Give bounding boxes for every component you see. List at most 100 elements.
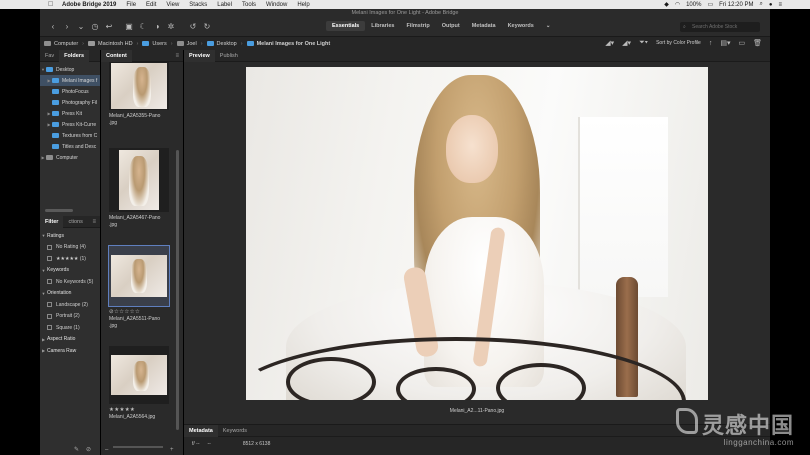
tree-item-textures[interactable]: Textures from C: [40, 130, 100, 141]
filter-ratings[interactable]: ▼ Ratings: [40, 230, 100, 242]
filter-camera-raw[interactable]: ▶ Camera Raw: [40, 345, 100, 357]
menu-tools[interactable]: Tools: [242, 2, 256, 8]
zoom-in-icon[interactable]: +: [170, 447, 174, 453]
tab-preview[interactable]: Preview: [184, 49, 215, 62]
back-icon[interactable]: ‹: [48, 22, 58, 32]
panel-menu-icon[interactable]: ≡: [92, 219, 96, 225]
filter-landscape[interactable]: Landscape (2): [40, 299, 100, 311]
workspace-menu-chevron-icon[interactable]: ⌄: [540, 21, 557, 31]
thumbnail-item-selected[interactable]: ⊘☆☆☆☆☆ Melani_A2A5511-Pano .jpg: [108, 245, 170, 330]
open-recent-icon[interactable]: ▤▾: [720, 39, 730, 47]
folders-scrollbar[interactable]: [45, 209, 73, 212]
tab-filter[interactable]: Filter: [40, 215, 64, 228]
checkbox[interactable]: [47, 279, 52, 285]
search-input[interactable]: ⌕ Search Adobe Stock: [680, 22, 760, 32]
filter-icon[interactable]: ⏷▾: [639, 39, 648, 47]
thumbnail-item[interactable]: Melani_A2A5467-Pano .jpg: [109, 148, 169, 229]
sort-select[interactable]: Sort by Color Profile: [656, 40, 701, 46]
collapsed-arrow-icon[interactable]: ▶: [40, 337, 47, 342]
tree-item-press-kit-current[interactable]: ▶ Press Kit-Curre: [40, 119, 100, 130]
checkbox[interactable]: [47, 325, 52, 331]
spotlight-icon[interactable]: ⌕: [759, 1, 762, 8]
menu-label[interactable]: Label: [217, 2, 232, 8]
tree-item-photofocus[interactable]: PhotoFocus: [40, 86, 100, 97]
checkbox[interactable]: [47, 313, 52, 319]
filter-portrait[interactable]: Portrait (2): [40, 311, 100, 323]
crumb-macintosh-hd[interactable]: Macintosh HD ›: [88, 41, 138, 47]
camera-download-icon[interactable]: ▣: [124, 22, 134, 32]
menu-file[interactable]: File: [126, 2, 136, 8]
collapsed-arrow-icon[interactable]: ▶: [40, 348, 47, 353]
expanded-arrow-icon[interactable]: ▼: [40, 291, 47, 296]
tab-content[interactable]: Content: [101, 49, 132, 62]
checkbox[interactable]: [47, 256, 52, 262]
menu-app-name[interactable]: Adobe Bridge 2019: [62, 2, 116, 8]
crumb-computer[interactable]: Computer ›: [44, 41, 84, 47]
tab-folders[interactable]: Folders: [59, 49, 90, 62]
tab-output[interactable]: Output: [436, 21, 466, 31]
thumbnail-item[interactable]: ★★★★★ Melani_A2A5564.jpg: [109, 346, 169, 421]
tab-essentials[interactable]: Essentials: [326, 21, 366, 31]
menu-stacks[interactable]: Stacks: [189, 2, 207, 8]
filter-no-rating[interactable]: No Rating (4): [40, 242, 100, 254]
sort-direction-icon[interactable]: ↑: [709, 40, 713, 47]
filter-keywords[interactable]: ▼ Keywords: [40, 265, 100, 277]
settings-icon[interactable]: ✲: [166, 22, 176, 32]
tree-item-photography[interactable]: Photography Fil: [40, 97, 100, 108]
rotate-left-icon[interactable]: ↺: [188, 22, 198, 32]
delete-icon[interactable]: 🗑: [753, 39, 762, 47]
tab-libraries[interactable]: Libraries: [365, 21, 400, 31]
filter-five-star[interactable]: ★★★★★ (1): [40, 253, 100, 265]
content-scrollbar[interactable]: [176, 150, 179, 430]
history-icon[interactable]: ◷: [90, 22, 100, 32]
new-folder-icon[interactable]: ▭: [738, 39, 745, 47]
menu-view[interactable]: View: [166, 2, 179, 8]
filter-orientation[interactable]: ▼ Orientation: [40, 288, 100, 300]
thumbnail-item[interactable]: Melani_A2A5355-Pano .jpg: [109, 62, 169, 127]
quality-options-icon[interactable]: ◢▾: [605, 39, 614, 47]
tab-favorites[interactable]: Fav: [40, 50, 59, 62]
thumbnail-rating[interactable]: ★★★★★: [109, 407, 169, 414]
tab-metadata[interactable]: Metadata: [466, 21, 502, 31]
siri-icon[interactable]: ●: [769, 2, 773, 8]
crumb-users[interactable]: Users ›: [142, 41, 173, 47]
forward-icon[interactable]: ›: [62, 22, 72, 32]
filter-aspect-ratio[interactable]: ▶ Aspect Ratio: [40, 334, 100, 346]
crumb-desktop[interactable]: Desktop ›: [206, 41, 243, 47]
pin-icon[interactable]: ✎: [74, 446, 79, 453]
tab-metadata-panel[interactable]: Metadata: [184, 424, 218, 437]
tree-item-melani[interactable]: ▶ Melani Images f: [40, 75, 100, 86]
tree-item-desktop[interactable]: ▼ Desktop: [40, 64, 100, 75]
crumb-joel[interactable]: Joel ›: [176, 41, 203, 47]
open-in-camera-raw-icon[interactable]: ◑: [152, 22, 162, 32]
tab-keywords-panel[interactable]: Keywords: [218, 425, 252, 437]
rotate-right-icon[interactable]: ↻: [202, 22, 212, 32]
wifi-icon[interactable]: ◠: [675, 1, 680, 8]
boomerang-icon[interactable]: ↩: [104, 22, 114, 32]
menu-edit[interactable]: Edit: [146, 2, 156, 8]
clear-filter-icon[interactable]: ⊘: [86, 446, 91, 453]
expanded-arrow-icon[interactable]: ▼: [40, 233, 47, 238]
expanded-arrow-icon[interactable]: ▼: [40, 268, 47, 273]
refine-icon[interactable]: ☾: [138, 22, 148, 32]
tab-keywords[interactable]: Keywords: [502, 21, 540, 31]
battery-icon[interactable]: ▭: [707, 1, 713, 8]
tab-collections[interactable]: ctions: [63, 216, 87, 228]
menu-window[interactable]: Window: [266, 2, 287, 8]
checkbox[interactable]: [47, 302, 52, 308]
zoom-out-icon[interactable]: –: [105, 447, 108, 453]
tab-publish[interactable]: Publish: [215, 50, 243, 62]
panel-menu-icon[interactable]: ≡: [175, 53, 179, 59]
clock[interactable]: Fri 12:20 PM: [719, 2, 753, 8]
thumbnail-size-slider[interactable]: [113, 446, 163, 448]
filter-square[interactable]: Square (1): [40, 322, 100, 334]
rating-filter-icon[interactable]: ◢▾: [622, 39, 631, 47]
apple-icon[interactable]: : [48, 1, 58, 8]
checkbox[interactable]: [47, 244, 52, 250]
tree-item-titles[interactable]: Titles and Desc: [40, 141, 100, 152]
thumbnail-rating[interactable]: ⊘☆☆☆☆☆: [109, 309, 169, 316]
tree-item-press-kit[interactable]: ▶ Press Kit: [40, 108, 100, 119]
crumb-current-folder[interactable]: Melani Images for One Light: [246, 41, 330, 47]
preview-image[interactable]: [246, 67, 708, 400]
filter-no-keywords[interactable]: No Keywords (5): [40, 276, 100, 288]
